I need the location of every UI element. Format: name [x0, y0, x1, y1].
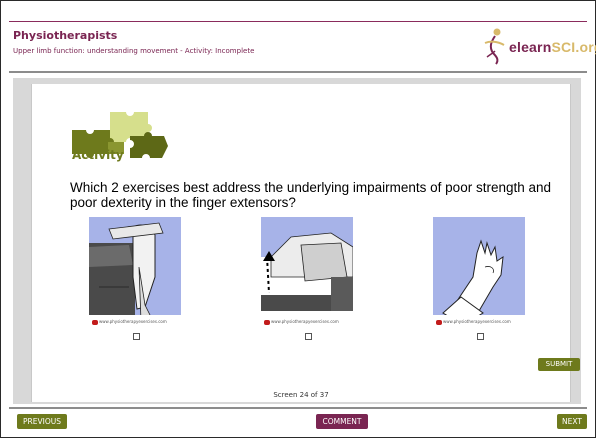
next-button[interactable]: NEXT — [557, 414, 587, 429]
chair-exercise-illustration — [89, 217, 181, 327]
submit-button[interactable]: SUBMIT — [538, 358, 580, 371]
logo-text-accent: SCI.org — [551, 39, 596, 55]
page-title: Physiotherapists — [13, 29, 118, 42]
top-rule — [9, 21, 587, 22]
exercise-3-checkbox[interactable] — [477, 333, 484, 340]
previous-button[interactable]: PREVIOUS — [17, 414, 67, 429]
logo-text: elearnSCI.org — [509, 39, 596, 55]
image-caption: www.physiotherapyexercises.com — [436, 319, 524, 325]
header-divider — [9, 71, 587, 73]
image-caption: www.physiotherapyexercises.com — [264, 319, 352, 325]
exercise-image-hand: www.physiotherapyexercises.com — [433, 217, 525, 327]
footer-divider — [9, 407, 587, 409]
exercise-image-chair: www.physiotherapyexercises.com — [89, 217, 181, 327]
logo-badge-icon — [436, 319, 442, 325]
header: Physiotherapists Upper limb function: un… — [13, 25, 596, 69]
image-caption-text: www.physiotherapyexercises.com — [443, 319, 511, 324]
image-caption-text: www.physiotherapyexercises.com — [271, 319, 339, 324]
logo-figure-icon — [484, 28, 505, 65]
image-caption-text: www.physiotherapyexercises.com — [99, 319, 167, 324]
app-frame: Physiotherapists Upper limb function: un… — [0, 0, 596, 438]
elearnsci-logo: elearnSCI.org — [477, 27, 596, 65]
content-panel: Activity Which 2 exercises best address … — [13, 78, 581, 404]
exercise-2-checkbox[interactable] — [305, 333, 312, 340]
comment-button[interactable]: COMMENT — [316, 414, 368, 429]
logo-badge-icon — [92, 319, 98, 325]
breadcrumb: Upper limb function: understanding movem… — [13, 47, 255, 55]
logo-badge-icon — [264, 319, 270, 325]
exercise-1-checkbox[interactable] — [133, 333, 140, 340]
image-caption: www.physiotherapyexercises.com — [92, 319, 180, 325]
hand-exercise-illustration — [433, 217, 525, 327]
logo-text-main: elearn — [509, 39, 552, 55]
screen-counter: Screen 24 of 37 — [273, 391, 329, 399]
activity-heading: Activity — [72, 148, 124, 162]
content-area: Activity Which 2 exercises best address … — [31, 84, 580, 402]
towel-exercise-illustration — [261, 217, 353, 327]
question-text: Which 2 exercises best address the under… — [70, 180, 551, 210]
exercise-image-towel: www.physiotherapyexercises.com — [261, 217, 353, 327]
